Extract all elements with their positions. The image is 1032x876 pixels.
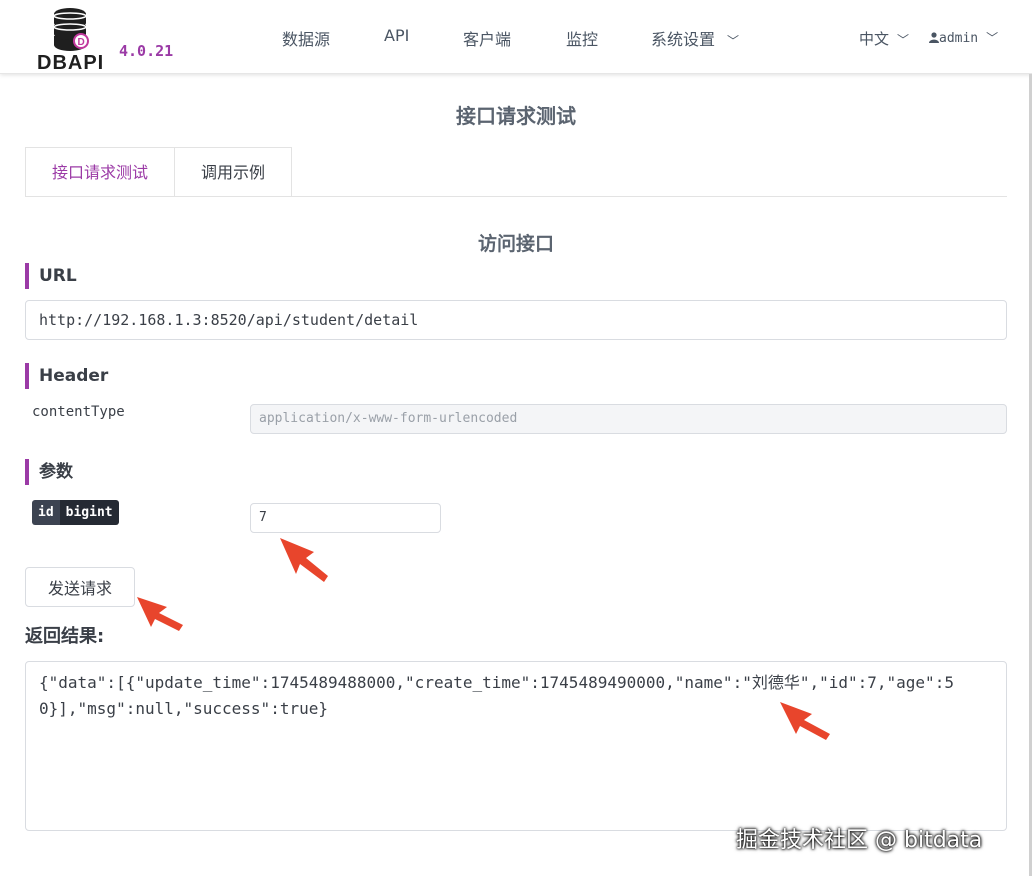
param-badge: id bigint	[32, 500, 119, 525]
nav-api[interactable]: API	[384, 26, 409, 45]
nav-monitor[interactable]: 监控	[566, 26, 598, 50]
chevron-down-icon: ﹀	[727, 34, 740, 48]
nav-client[interactable]: 客户端	[463, 26, 511, 50]
annotation-arrow-icon	[137, 597, 183, 631]
params-label: 参数	[25, 459, 73, 485]
param-name: id	[32, 500, 60, 525]
send-request-button[interactable]: 发送请求	[25, 567, 135, 607]
chevron-down-icon: ﹀	[897, 33, 910, 47]
tab-call-example[interactable]: 调用示例	[175, 147, 293, 197]
section-title: 访问接口	[477, 233, 554, 255]
content-type-input[interactable]: application/x-www-form-urlencoded	[250, 404, 1007, 434]
header-label: Header	[25, 363, 108, 389]
annotation-arrow-icon	[780, 702, 830, 740]
nav-system-settings-label: 系统设置	[651, 30, 716, 49]
user-menu[interactable]: admin ﹀	[929, 29, 998, 46]
user-icon	[929, 32, 939, 43]
svg-text:D: D	[78, 37, 85, 48]
header-key-label: contentType	[32, 404, 125, 420]
tab-divider	[25, 196, 1007, 197]
annotation-arrow-icon	[280, 538, 328, 582]
chevron-down-icon: ﹀	[986, 31, 999, 45]
url-label: URL	[25, 263, 77, 289]
username-label: admin	[939, 31, 979, 46]
logo-text: DBAPI	[37, 52, 105, 74]
top-navbar: D DBAPI 4.0.21 数据源 API 客户端 监控 系统设置 ﹀ 中文 ﹀ …	[0, 0, 1032, 74]
version-label: 4.0.21	[119, 42, 174, 60]
url-field[interactable]: http://192.168.1.3:8520/api/student/deta…	[25, 300, 1007, 340]
result-label: 返回结果:	[25, 626, 105, 647]
language-label: 中文	[859, 30, 890, 48]
param-type: bigint	[59, 500, 119, 525]
nav-datasource[interactable]: 数据源	[282, 26, 330, 50]
page-title: 接口请求测试	[456, 104, 576, 128]
result-textarea[interactable]: {"data":[{"update_time":1745489488000,"c…	[25, 661, 1007, 831]
tab-bar: 接口请求测试 调用示例	[25, 147, 293, 197]
watermark-text: 掘金技术社区 @ bitdata	[736, 828, 983, 853]
tab-request-test[interactable]: 接口请求测试	[25, 147, 176, 197]
language-selector[interactable]: 中文 ﹀	[859, 28, 909, 49]
nav-system-settings[interactable]: 系统设置 ﹀	[651, 26, 739, 50]
param-id-input[interactable]: 7	[250, 503, 441, 533]
